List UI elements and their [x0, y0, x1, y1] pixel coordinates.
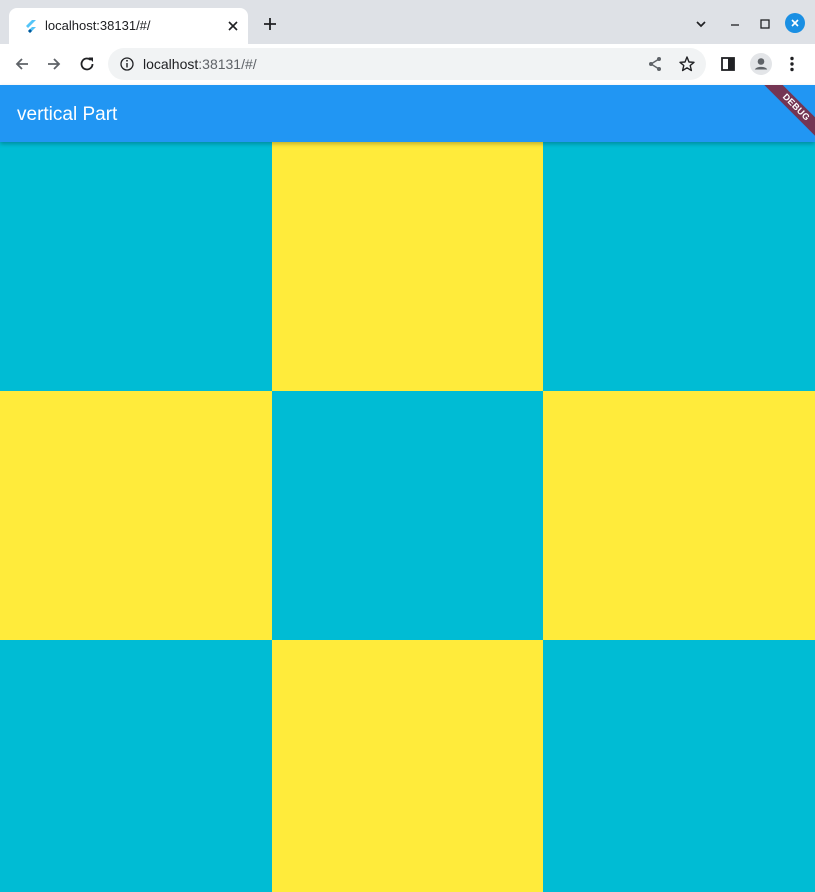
grid-cell-cyan	[543, 640, 815, 892]
minimize-icon[interactable]	[725, 14, 745, 34]
grid-cell-yellow	[272, 640, 543, 892]
grid-cell-yellow	[0, 391, 272, 640]
flutter-icon	[23, 19, 39, 35]
browser-window: localhost:38131/#/ localhost:38131/#/ ve…	[0, 0, 815, 892]
grid-cell-cyan	[0, 640, 272, 892]
tab-search-icon[interactable]	[691, 14, 711, 34]
app-bar-title: vertical Part	[17, 104, 118, 125]
grid-cell-yellow	[543, 391, 815, 640]
reload-icon[interactable]	[76, 53, 98, 75]
new-tab-icon[interactable]	[260, 14, 280, 34]
url-host: localhost	[143, 56, 199, 72]
tab-title: localhost:38131/#/	[45, 18, 151, 33]
side-panel-icon[interactable]	[717, 53, 739, 75]
url-path: :38131/#/	[198, 56, 257, 72]
close-icon[interactable]	[785, 13, 805, 33]
grid-cell-cyan	[272, 391, 543, 640]
close-tab-icon[interactable]	[225, 18, 241, 34]
maximize-icon[interactable]	[755, 14, 775, 34]
address-bar[interactable]: localhost:38131/#/	[108, 48, 706, 80]
profile-avatar-icon[interactable]	[749, 52, 773, 76]
share-icon[interactable]	[646, 55, 664, 73]
info-icon[interactable]	[119, 56, 135, 72]
grid-cell-cyan	[543, 142, 815, 391]
url-text: localhost:38131/#/	[143, 56, 257, 72]
grid-cell-cyan	[0, 142, 272, 391]
bookmark-star-icon[interactable]	[678, 55, 696, 73]
forward-arrow-icon[interactable]	[43, 53, 65, 75]
browser-toolbar: localhost:38131/#/	[0, 44, 815, 85]
menu-dots-icon[interactable]	[781, 53, 803, 75]
app-bar: vertical Part DEBUG	[0, 85, 815, 142]
browser-tab[interactable]: localhost:38131/#/	[9, 8, 248, 44]
back-arrow-icon[interactable]	[11, 53, 33, 75]
grid-cell-yellow	[272, 142, 543, 391]
color-grid	[0, 142, 815, 892]
tab-strip: localhost:38131/#/	[0, 0, 815, 44]
debug-banner: DEBUG	[756, 85, 815, 142]
